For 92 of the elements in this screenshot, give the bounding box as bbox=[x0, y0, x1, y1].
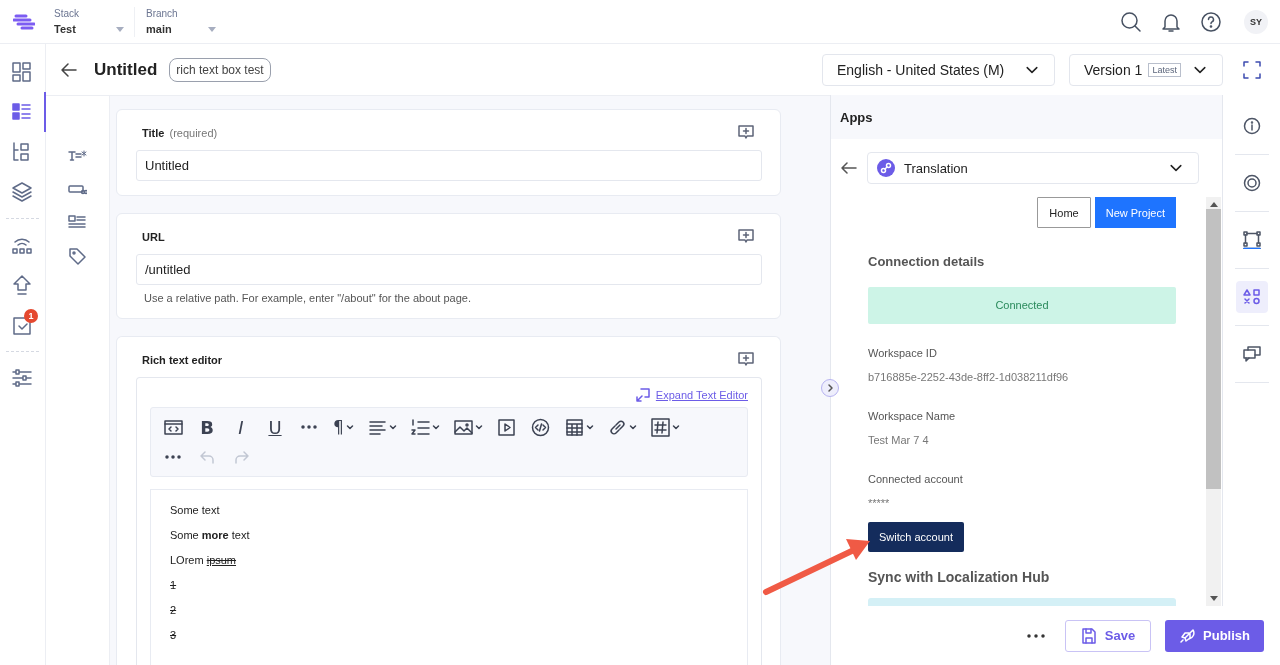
paragraph-button[interactable]: ¶ bbox=[329, 414, 358, 440]
shapes-icon bbox=[1242, 288, 1261, 306]
underline-button[interactable]: U bbox=[261, 414, 289, 440]
version-dropdown[interactable]: Version 1 Latest bbox=[1069, 53, 1223, 86]
search-icon bbox=[1120, 10, 1142, 33]
section-heading: Sync with Localization Hub bbox=[868, 569, 1051, 586]
nav-item[interactable]: 1 bbox=[0, 305, 46, 345]
caret-icon bbox=[208, 26, 216, 33]
stack-switcher[interactable]: Stack Test bbox=[54, 6, 124, 37]
chevron-down-icon bbox=[474, 423, 483, 431]
save-button[interactable]: Save bbox=[1065, 619, 1151, 652]
italic-button[interactable]: I bbox=[227, 414, 255, 440]
tag-icon bbox=[68, 247, 87, 266]
detail-label: Workspace Name bbox=[868, 410, 957, 423]
entry-tag: rich text box test bbox=[169, 57, 271, 82]
locale-dropdown[interactable]: English - United States (M) bbox=[822, 53, 1055, 86]
layers-icon bbox=[11, 181, 33, 203]
detail-value: b716885e-2252-43de-8ff2-1d038211df96 bbox=[868, 371, 1070, 384]
rocket-icon bbox=[1179, 627, 1195, 644]
expand-editor-link[interactable]: Expand Text Editor bbox=[635, 388, 748, 402]
sliders-icon bbox=[11, 367, 33, 389]
upload-icon bbox=[11, 274, 33, 296]
chevron-down-icon bbox=[628, 423, 637, 431]
detail-label: Connected account bbox=[868, 473, 964, 486]
numbered-list-icon bbox=[410, 417, 430, 437]
info-icon bbox=[1242, 117, 1261, 135]
editor-content[interactable]: Some text Some more text LOrem ipsum 1 2 3 bbox=[150, 489, 748, 665]
chevron-down-icon bbox=[585, 423, 594, 431]
editor-text-line: 2 bbox=[170, 603, 177, 618]
target-icon bbox=[1242, 174, 1261, 192]
notification-badge: 1 bbox=[24, 309, 38, 323]
video-icon bbox=[497, 417, 517, 437]
chevron-down-icon bbox=[671, 423, 680, 431]
workflow-icon bbox=[1242, 231, 1261, 249]
section-heading: Connection details bbox=[868, 254, 986, 270]
editor-text-line: 1 bbox=[170, 578, 177, 593]
detail-value: ***** bbox=[868, 497, 891, 510]
app-icon bbox=[880, 162, 892, 174]
more-icon bbox=[1027, 632, 1045, 639]
image-icon bbox=[453, 417, 473, 437]
editor-text-line: 3 bbox=[170, 628, 177, 643]
help-icon bbox=[1200, 10, 1222, 33]
switch-account-button[interactable]: Switch account bbox=[868, 522, 964, 552]
detail-label: Workspace ID bbox=[868, 347, 938, 360]
status-banner: Connected bbox=[868, 287, 1176, 324]
new-project-button[interactable]: New Project bbox=[1094, 197, 1176, 228]
add-comment-icon bbox=[738, 125, 754, 141]
latest-badge: Latest bbox=[1148, 62, 1181, 77]
detail-value: Test Mar 7 4 bbox=[868, 434, 930, 447]
comments-icon bbox=[1242, 345, 1261, 363]
entry-title: Untitled bbox=[94, 59, 158, 80]
field-label: Title (required) bbox=[142, 127, 218, 139]
chevron-down-icon bbox=[345, 423, 354, 431]
logo-icon[interactable] bbox=[13, 12, 35, 31]
scroll-down-icon[interactable] bbox=[1209, 596, 1218, 601]
publish-button[interactable]: Publish bbox=[1165, 619, 1264, 652]
chevron-down-icon bbox=[388, 423, 397, 431]
home-button[interactable]: Home bbox=[1037, 197, 1091, 228]
user-avatar[interactable]: SY bbox=[1244, 9, 1268, 34]
add-comment-icon bbox=[738, 352, 754, 368]
branch-switcher[interactable]: Branch main bbox=[146, 6, 216, 37]
text-input[interactable]: /untitled bbox=[136, 254, 762, 285]
field-label: Rich text editor bbox=[142, 354, 223, 366]
entries-icon bbox=[11, 101, 33, 123]
panel-title: Apps bbox=[831, 95, 1222, 139]
table-icon bbox=[564, 417, 584, 437]
more-icon bbox=[301, 425, 317, 429]
app-dropdown[interactable]: Translation bbox=[867, 152, 1199, 184]
back-arrow-icon bbox=[841, 160, 857, 176]
caret-icon bbox=[116, 26, 124, 33]
expand-icon bbox=[635, 388, 650, 402]
scroll-up-icon[interactable] bbox=[1209, 202, 1218, 207]
editor-text-line: Some more text bbox=[170, 528, 250, 543]
text-input[interactable]: Untitled bbox=[136, 150, 762, 181]
rail-button[interactable] bbox=[1235, 281, 1268, 313]
hash-icon bbox=[650, 417, 670, 437]
bold-button[interactable]: B bbox=[193, 414, 221, 440]
more-icon bbox=[165, 455, 181, 459]
fullscreen-icon bbox=[1243, 60, 1261, 79]
chevron-right-icon bbox=[825, 383, 835, 393]
back-arrow-icon bbox=[60, 60, 78, 79]
chevron-down-icon bbox=[431, 423, 440, 431]
scrollbar[interactable] bbox=[1206, 197, 1221, 606]
editor-text-line: Some text bbox=[170, 503, 220, 518]
embed-icon bbox=[531, 417, 551, 437]
dashboard-icon bbox=[11, 61, 33, 83]
code-view-icon bbox=[163, 417, 183, 437]
add-comment-icon bbox=[738, 229, 754, 245]
checklist-icon bbox=[11, 314, 33, 336]
editor-text-line: LOrem ipsum bbox=[170, 553, 237, 568]
help-text: Use a relative path. For example, enter "/about" for the about page. bbox=[144, 292, 472, 304]
field-label: URL bbox=[142, 231, 165, 243]
